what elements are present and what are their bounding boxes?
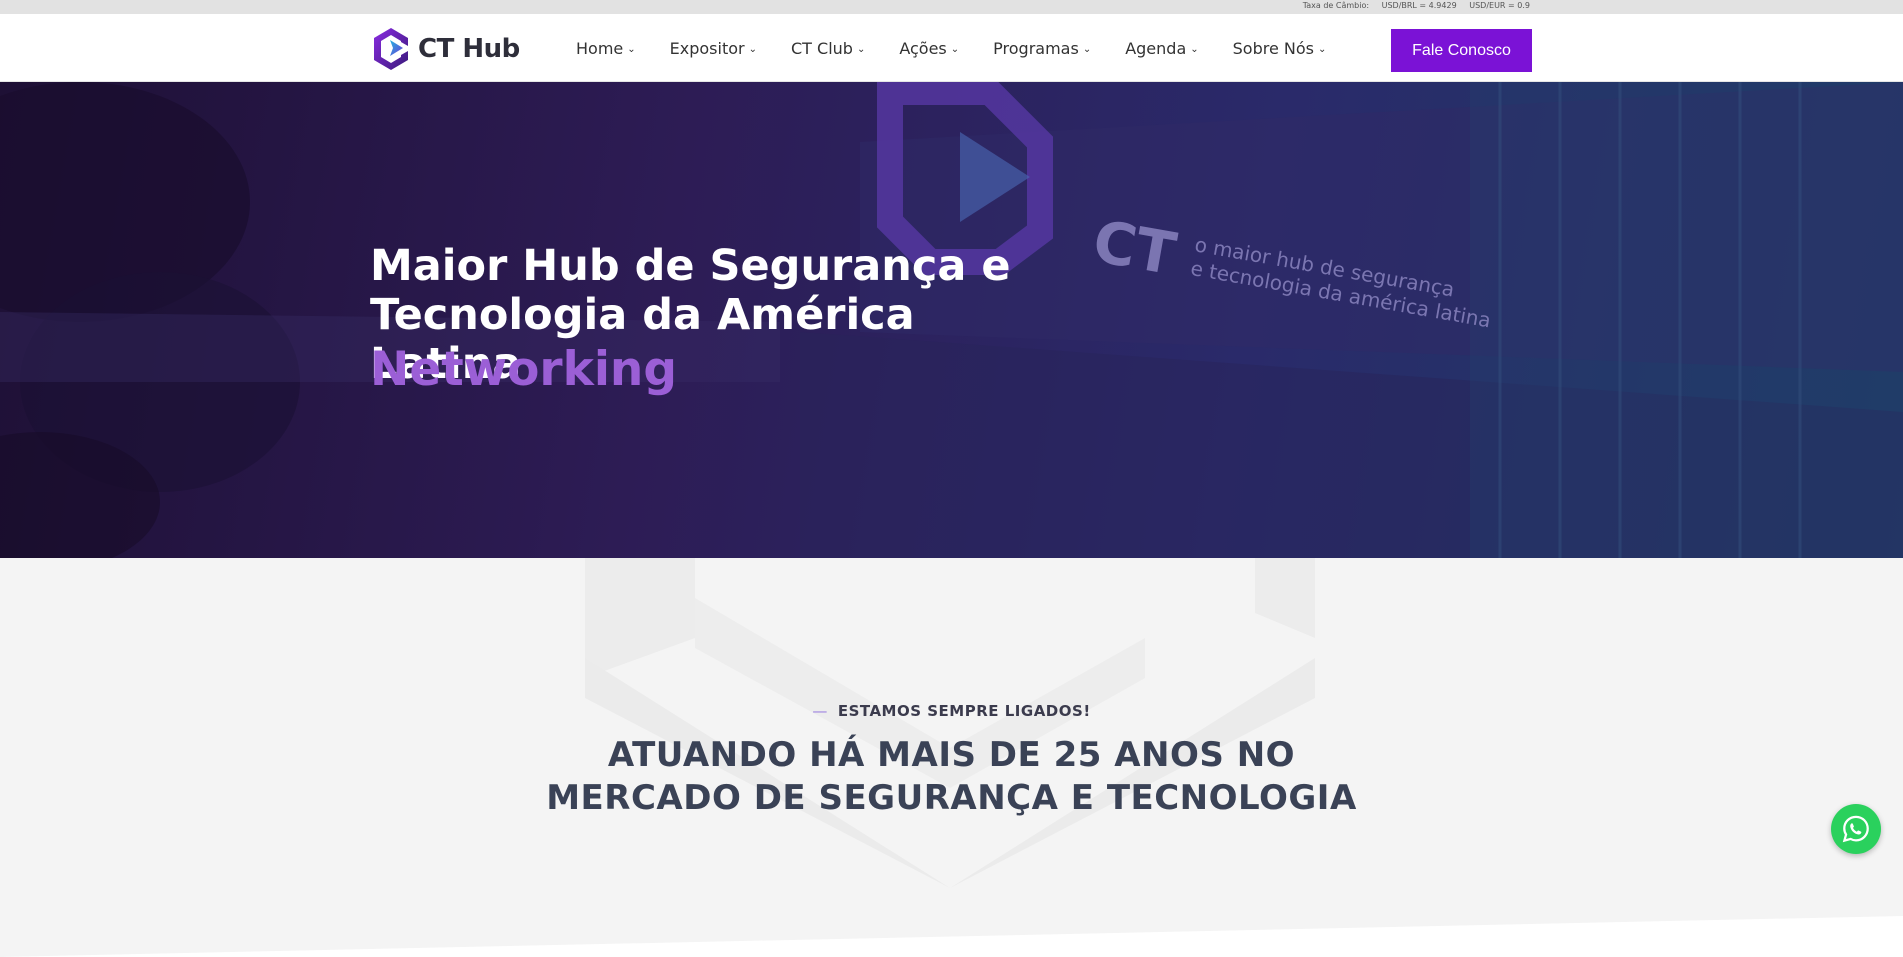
exchange-rates: Taxa de Câmbio: USD/BRL = 4.9429 USD/EUR… xyxy=(1293,1,1530,10)
ct-hub-logo-icon xyxy=(374,28,408,70)
headline-line-2: MERCADO DE SEGURANÇA E TECNOLOGIA xyxy=(546,778,1357,818)
nav-item-label: Programas xyxy=(993,38,1079,58)
section-divider xyxy=(0,916,1903,957)
logo-watermark xyxy=(585,558,1315,888)
nav-item-programas[interactable]: Programas ⌄ xyxy=(993,39,1091,58)
hero-title-prefix: Tecnologia da xyxy=(370,290,717,340)
brand-name: CT Hub xyxy=(418,34,520,64)
nav-item-ct-club[interactable]: CT Club ⌄ xyxy=(791,39,865,58)
hero-title-line-1: Maior Hub de Segurança e xyxy=(370,241,1011,291)
nav-item-label: Agenda xyxy=(1125,38,1187,58)
nav-item-home[interactable]: Home ⌄ xyxy=(576,39,636,58)
chevron-down-icon: ⌄ xyxy=(1318,43,1327,55)
rate-label: Taxa de Câmbio: xyxy=(1302,1,1370,10)
chevron-down-icon: ⌄ xyxy=(1190,43,1199,55)
section-headline: ATUANDO HÁ MAIS DE 25 ANOS NO MERCADO DE… xyxy=(0,734,1903,820)
exchange-rate-bar: Taxa de Câmbio: USD/BRL = 4.9429 USD/EUR… xyxy=(0,0,1903,14)
nav-item-label: Expositor xyxy=(669,38,745,58)
nav-item-sobre-nos[interactable]: Sobre Nós ⌄ xyxy=(1233,39,1327,58)
nav-item-acoes[interactable]: Ações ⌄ xyxy=(899,39,959,58)
nav-item-label: Ações xyxy=(899,38,947,58)
site-header: CT Hub Home ⌄ Expositor ⌄ CT Club ⌄ Açõe… xyxy=(0,14,1903,82)
whatsapp-button[interactable] xyxy=(1831,804,1881,854)
whatsapp-icon xyxy=(1842,815,1869,843)
section-eyebrow: — ESTAMOS SEMPRE LIGADOS! xyxy=(0,702,1903,720)
chevron-down-icon: ⌄ xyxy=(950,43,960,55)
nav-item-expositor[interactable]: Expositor ⌄ xyxy=(670,39,757,58)
rate-usd-brl: USD/BRL = 4.9429 xyxy=(1381,1,1457,10)
eyebrow-dash: — xyxy=(812,702,828,720)
nav-item-agenda[interactable]: Agenda ⌄ xyxy=(1125,39,1198,58)
headline-line-1: ATUANDO HÁ MAIS DE 25 ANOS NO xyxy=(607,735,1296,775)
rate-usd-eur: USD/EUR = 0.9 xyxy=(1469,1,1530,10)
eyebrow-text: ESTAMOS SEMPRE LIGADOS! xyxy=(837,702,1091,720)
nav-item-label: Sobre Nós xyxy=(1232,38,1314,58)
chevron-down-icon: ⌄ xyxy=(627,43,636,55)
chevron-down-icon: ⌄ xyxy=(1082,43,1092,55)
hero-banner: CT o maior hub de segurança e tecnologia… xyxy=(0,82,1903,558)
sign-logo-text: CT xyxy=(1088,207,1181,289)
nav-item-label: Home xyxy=(576,38,624,58)
brand-logo[interactable]: CT Hub xyxy=(370,26,520,72)
main-nav: Home ⌄ Expositor ⌄ CT Club ⌄ Ações ⌄ Pro… xyxy=(576,14,1360,82)
contact-button[interactable]: Fale Conosco xyxy=(1391,29,1532,72)
about-section: — ESTAMOS SEMPRE LIGADOS! ATUANDO HÁ MAIS… xyxy=(0,558,1903,957)
chevron-down-icon: ⌄ xyxy=(748,43,757,55)
nav-item-label: CT Club xyxy=(790,38,853,58)
chevron-down-icon: ⌄ xyxy=(856,43,866,55)
hero-rotating-word: Networking xyxy=(370,342,678,397)
